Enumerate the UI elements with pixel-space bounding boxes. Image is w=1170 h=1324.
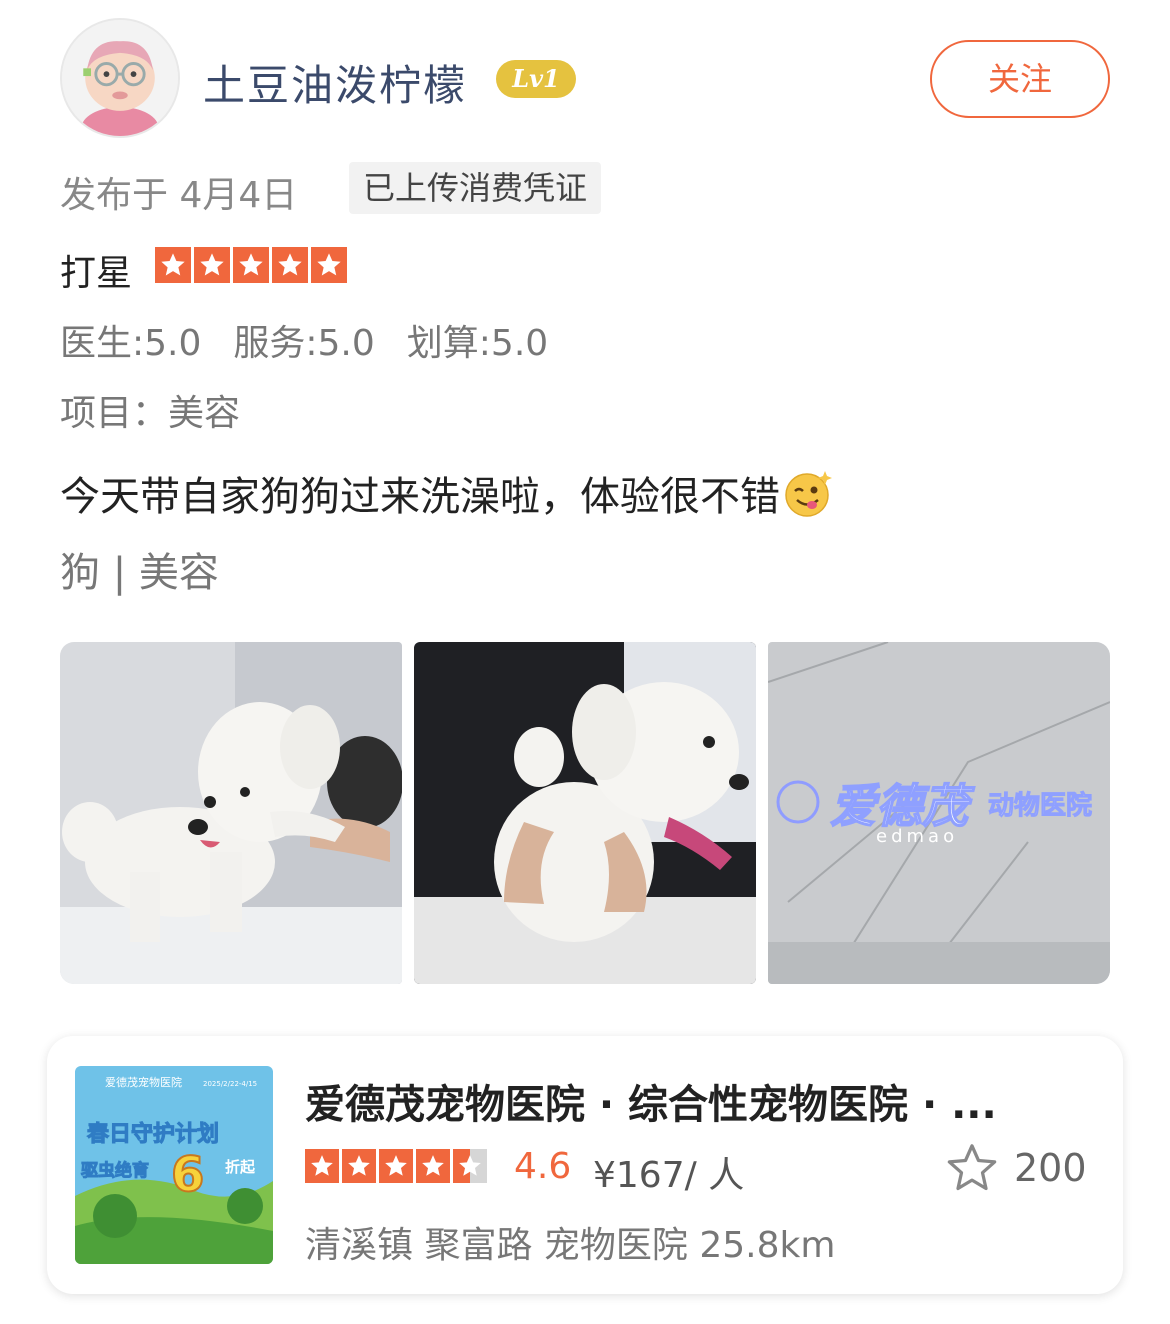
star-icon <box>342 1149 376 1183</box>
project-line: 项目：美容 <box>60 393 241 434</box>
favorite-button[interactable]: 200 <box>942 1140 1087 1196</box>
star-icon <box>272 247 308 283</box>
shop-price: ¥167/ 人 <box>593 1155 745 1196</box>
publish-date: 发布于 4月4日 <box>60 175 298 216</box>
favorite-count: 200 <box>1014 1146 1087 1190</box>
post-content: 今天带自家狗狗过来洗澡啦，体验很不错 <box>60 464 834 522</box>
thumb-sub: 驱虫绝育 <box>81 1160 149 1181</box>
thumb-num: 6 <box>171 1147 204 1203</box>
level-badge: Lv1 <box>496 60 576 98</box>
shop-card[interactable]: 爱德茂宠物医院 2025/2/22-4/15 春日守护计划 驱虫绝育 6 折起 … <box>47 1036 1123 1294</box>
star-icon <box>194 247 230 283</box>
score-service: 服务:5.0 <box>233 323 375 364</box>
thumb-brand: 爱德茂宠物医院 <box>105 1075 182 1089</box>
user-avatar[interactable] <box>60 18 180 138</box>
score-value: 划算:5.0 <box>406 323 549 364</box>
half-star-icon <box>453 1149 487 1183</box>
username[interactable]: 土豆油泼柠檬 <box>203 52 467 113</box>
shop-location: 清溪镇 聚富路 宠物医院 25.8km <box>305 1225 836 1266</box>
wink-tongue-emoji-icon <box>785 471 832 517</box>
post-tags[interactable]: 狗 | 美容 <box>60 540 219 598</box>
rating-label: 打星 <box>60 253 133 294</box>
star-icon <box>305 1149 339 1183</box>
star-icon <box>155 247 191 283</box>
star-icon <box>416 1149 450 1183</box>
photo-dog-1[interactable] <box>60 642 402 984</box>
sub-scores: 医生:5.0 服务:5.0 划算:5.0 <box>60 314 548 366</box>
post-header: 土豆油泼柠檬 Lv1 关注 <box>60 18 1110 138</box>
photo-clinic-sign[interactable]: 爱德茂 动物医院 edmao <box>768 642 1110 984</box>
post-text: 今天带自家狗狗过来洗澡啦，体验很不错 <box>60 474 780 520</box>
clinic-sign-text: 爱德茂 <box>830 779 975 833</box>
avatar-illustration <box>62 20 178 136</box>
star-icon <box>379 1149 413 1183</box>
score-doctor: 医生:5.0 <box>60 323 202 364</box>
thumb-suffix: 折起 <box>225 1158 256 1176</box>
receipt-badge: 已上传消费凭证 <box>349 162 602 214</box>
rating-stars <box>155 247 347 283</box>
shop-thumbnail[interactable]: 爱德茂宠物医院 2025/2/22-4/15 春日守护计划 驱虫绝育 6 折起 <box>75 1066 273 1264</box>
thumb-title: 春日守护计划 <box>87 1121 219 1147</box>
clinic-sign-latin: edmao <box>876 826 958 847</box>
photo-dog-2[interactable] <box>414 642 756 984</box>
star-outline-icon <box>947 1144 997 1191</box>
photo-gallery: 爱德茂 动物医院 edmao <box>60 642 1110 984</box>
thumb-date: 2025/2/22-4/15 <box>203 1080 257 1088</box>
star-icon <box>311 247 347 283</box>
clinic-sign-sub: 动物医院 <box>988 790 1092 821</box>
shop-score: 4.6 <box>514 1146 572 1187</box>
star-icon <box>233 247 269 283</box>
shop-name[interactable]: 爱德茂宠物医院 · 综合性宠物医院 · ... <box>305 1072 1065 1130</box>
shop-rating-stars <box>305 1149 487 1183</box>
follow-button[interactable]: 关注 <box>930 40 1110 118</box>
